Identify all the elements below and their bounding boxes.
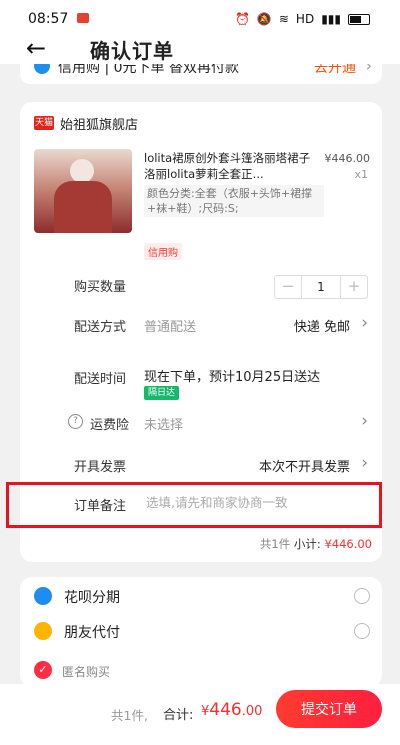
checkout-bar: 共1件, 合计: ¥446.00 提交订单	[0, 684, 400, 745]
insurance-value: 未选择	[144, 418, 184, 433]
status-icons: ⏰ 🔕 ≋ HD ▮▮▮	[235, 12, 370, 26]
total-label: 合计:	[163, 708, 194, 723]
delivery-estimate: 现在下单，预计10月25日送达	[144, 370, 321, 385]
battery-icon	[348, 13, 370, 25]
promo-text: 信用购 | 0元下单 替双再付款	[58, 64, 239, 76]
order-card: 天猫 始祖狐旗舰店 lolita裙原创外套斗篷洛丽塔裙子洛丽lolita萝莉全套…	[6, 102, 382, 562]
friend-pay-icon	[34, 622, 52, 640]
invoice-label: 开具发票	[74, 460, 127, 475]
chevron-right-icon: ›	[361, 411, 368, 431]
payment-option-friend[interactable]: 朋友代付	[20, 616, 382, 646]
subtotal: 共1件 小计: ¥446.00	[260, 536, 372, 552]
help-icon[interactable]: ?	[68, 414, 83, 429]
quantity-stepper[interactable]: − 1 +	[274, 275, 368, 299]
delivery-time-row: 配送时间 现在下单，预计10月25日送达 隔日达	[20, 362, 382, 402]
payment-label: 花呗分期	[64, 590, 120, 606]
network-label: HD	[295, 12, 315, 26]
total-amount: ¥446.00	[201, 700, 262, 720]
page-title: 确认订单	[90, 39, 174, 63]
shop-name[interactable]: 始祖狐旗舰店	[60, 114, 138, 133]
payment-label: 朋友代付	[64, 625, 120, 641]
radio-button[interactable]	[354, 623, 370, 639]
radio-button[interactable]	[354, 588, 370, 604]
anonymous-label: 匿名购买	[62, 665, 111, 679]
delivery-label: 配送时间	[74, 372, 127, 387]
payment-option-huabei[interactable]: 花呗分期	[20, 581, 382, 611]
back-arrow-icon[interactable]: ←	[26, 34, 46, 62]
insurance-label: 运费险	[90, 418, 130, 433]
credit-icon	[34, 64, 50, 74]
total-decimal: .00	[241, 704, 263, 719]
checkmark-icon[interactable]: ✓	[34, 661, 52, 679]
product-price: ¥446.00	[324, 152, 371, 165]
invoice-row[interactable]: 开具发票 本次不开具发票 ›	[20, 450, 382, 480]
subtotal-count: 共1件	[259, 537, 291, 551]
remark-input[interactable]	[146, 491, 368, 513]
shipping-row[interactable]: 配送方式 普通配送 快递 免邮 ›	[20, 310, 382, 340]
invoice-value: 本次不开具发票	[258, 460, 350, 475]
shipping-fee: 快递 免邮	[293, 320, 350, 335]
quantity-row: 购买数量 − 1 +	[20, 270, 382, 300]
credit-tag: 信用购	[144, 243, 182, 260]
remark-label: 订单备注	[74, 499, 127, 514]
tmall-logo-icon: 天猫	[34, 116, 54, 130]
insurance-row[interactable]: ? 运费险 未选择 ›	[20, 408, 382, 438]
next-day-badge: 隔日达	[144, 386, 180, 400]
bell-icon: 🔕	[256, 12, 272, 26]
subtotal-amount: ¥446.00	[324, 537, 372, 551]
item-count: 共1件,	[111, 708, 148, 723]
status-bar: 08:57 ⏰ 🔕 ≋ HD ▮▮▮	[0, 0, 400, 38]
submit-order-button[interactable]: 提交订单	[276, 690, 382, 728]
shipping-label: 配送方式	[74, 320, 127, 335]
subtotal-label: 小计:	[293, 537, 321, 551]
promo-link[interactable]: 去开通	[314, 64, 356, 77]
signal-icon: ▮▮▮	[321, 12, 341, 26]
product-image[interactable]	[34, 149, 132, 233]
quantity-label: 购买数量	[74, 280, 127, 295]
clock: 08:57	[28, 11, 69, 27]
notification-badge-icon	[77, 13, 89, 23]
quantity-value[interactable]: 1	[301, 276, 341, 298]
credit-promo-row[interactable]: 信用购 | 0元下单 替双再付款 去开通 ›	[20, 64, 382, 84]
chevron-right-icon: ›	[361, 453, 368, 473]
page-header: ← 确认订单	[0, 34, 400, 64]
alarm-icon: ⏰	[234, 12, 250, 26]
product-title[interactable]: lolita裙原创外套斗篷洛丽塔裙子洛丽lolita萝莉全套正...	[144, 150, 319, 182]
total-integer: 446	[209, 700, 242, 720]
product-quantity: x1	[354, 168, 368, 181]
increase-button[interactable]: +	[341, 276, 367, 298]
shipping-method: 普通配送	[144, 320, 197, 335]
huabei-icon	[34, 587, 52, 605]
payment-card: 花呗分期 朋友代付 ✓ 匿名购买	[20, 577, 382, 687]
chevron-right-icon: ›	[361, 313, 368, 333]
chevron-right-icon: ›	[365, 64, 372, 75]
product-spec: 颜色分类:全套（衣服+头饰+裙撑+袜+鞋）;尺码:S;	[144, 185, 324, 217]
anonymous-purchase-row[interactable]: ✓ 匿名购买	[20, 651, 382, 681]
wifi-icon: ≋	[278, 12, 289, 26]
decrease-button[interactable]: −	[275, 276, 301, 298]
